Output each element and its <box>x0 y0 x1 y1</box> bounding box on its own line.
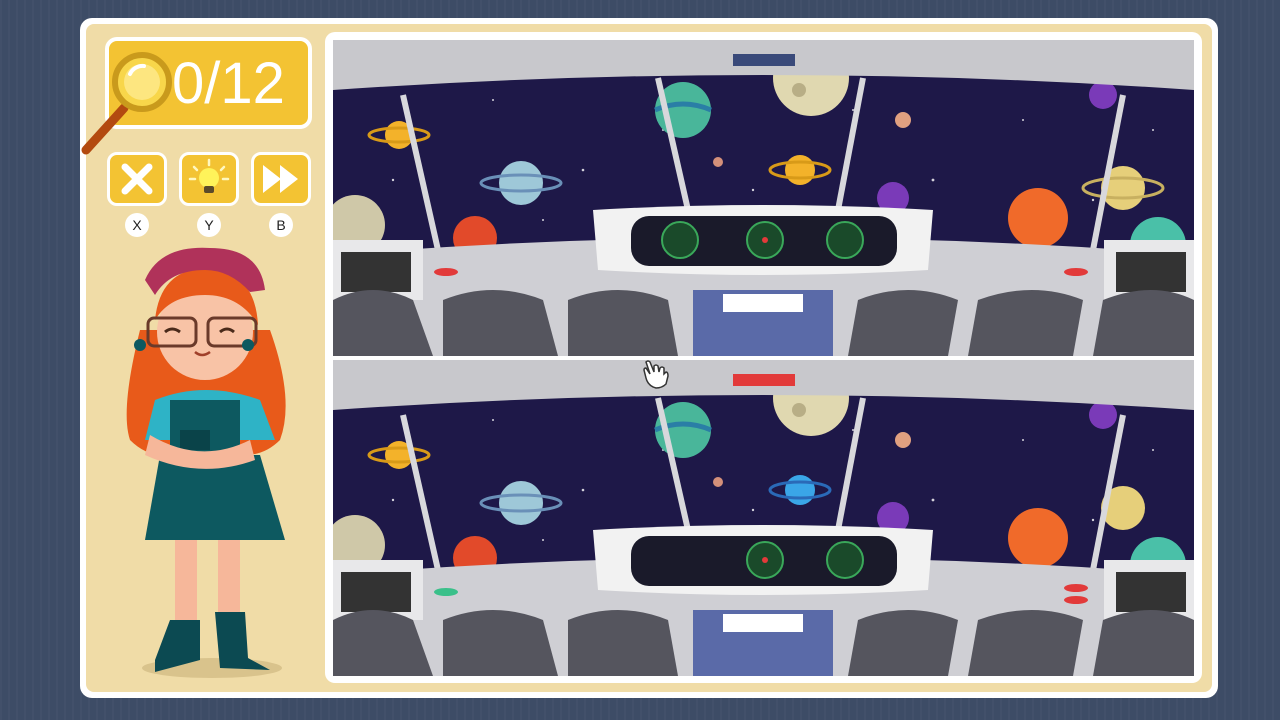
magnifier-icon <box>81 52 172 155</box>
character-girl <box>126 247 286 678</box>
fast-forward-icon <box>263 165 298 193</box>
b-key-hint: B <box>269 213 293 237</box>
close-button[interactable] <box>107 152 167 206</box>
original-scene[interactable] <box>333 40 1194 356</box>
x-key-hint: X <box>125 213 149 237</box>
close-icon <box>121 163 153 195</box>
skip-button[interactable] <box>251 152 311 206</box>
modified-scene[interactable] <box>333 360 1194 676</box>
lightbulb-icon <box>188 158 230 193</box>
hint-button[interactable] <box>179 152 239 206</box>
counter-text: 0/12 <box>172 51 285 116</box>
y-key-hint: Y <box>197 213 221 237</box>
hand-cursor-icon <box>643 360 669 389</box>
